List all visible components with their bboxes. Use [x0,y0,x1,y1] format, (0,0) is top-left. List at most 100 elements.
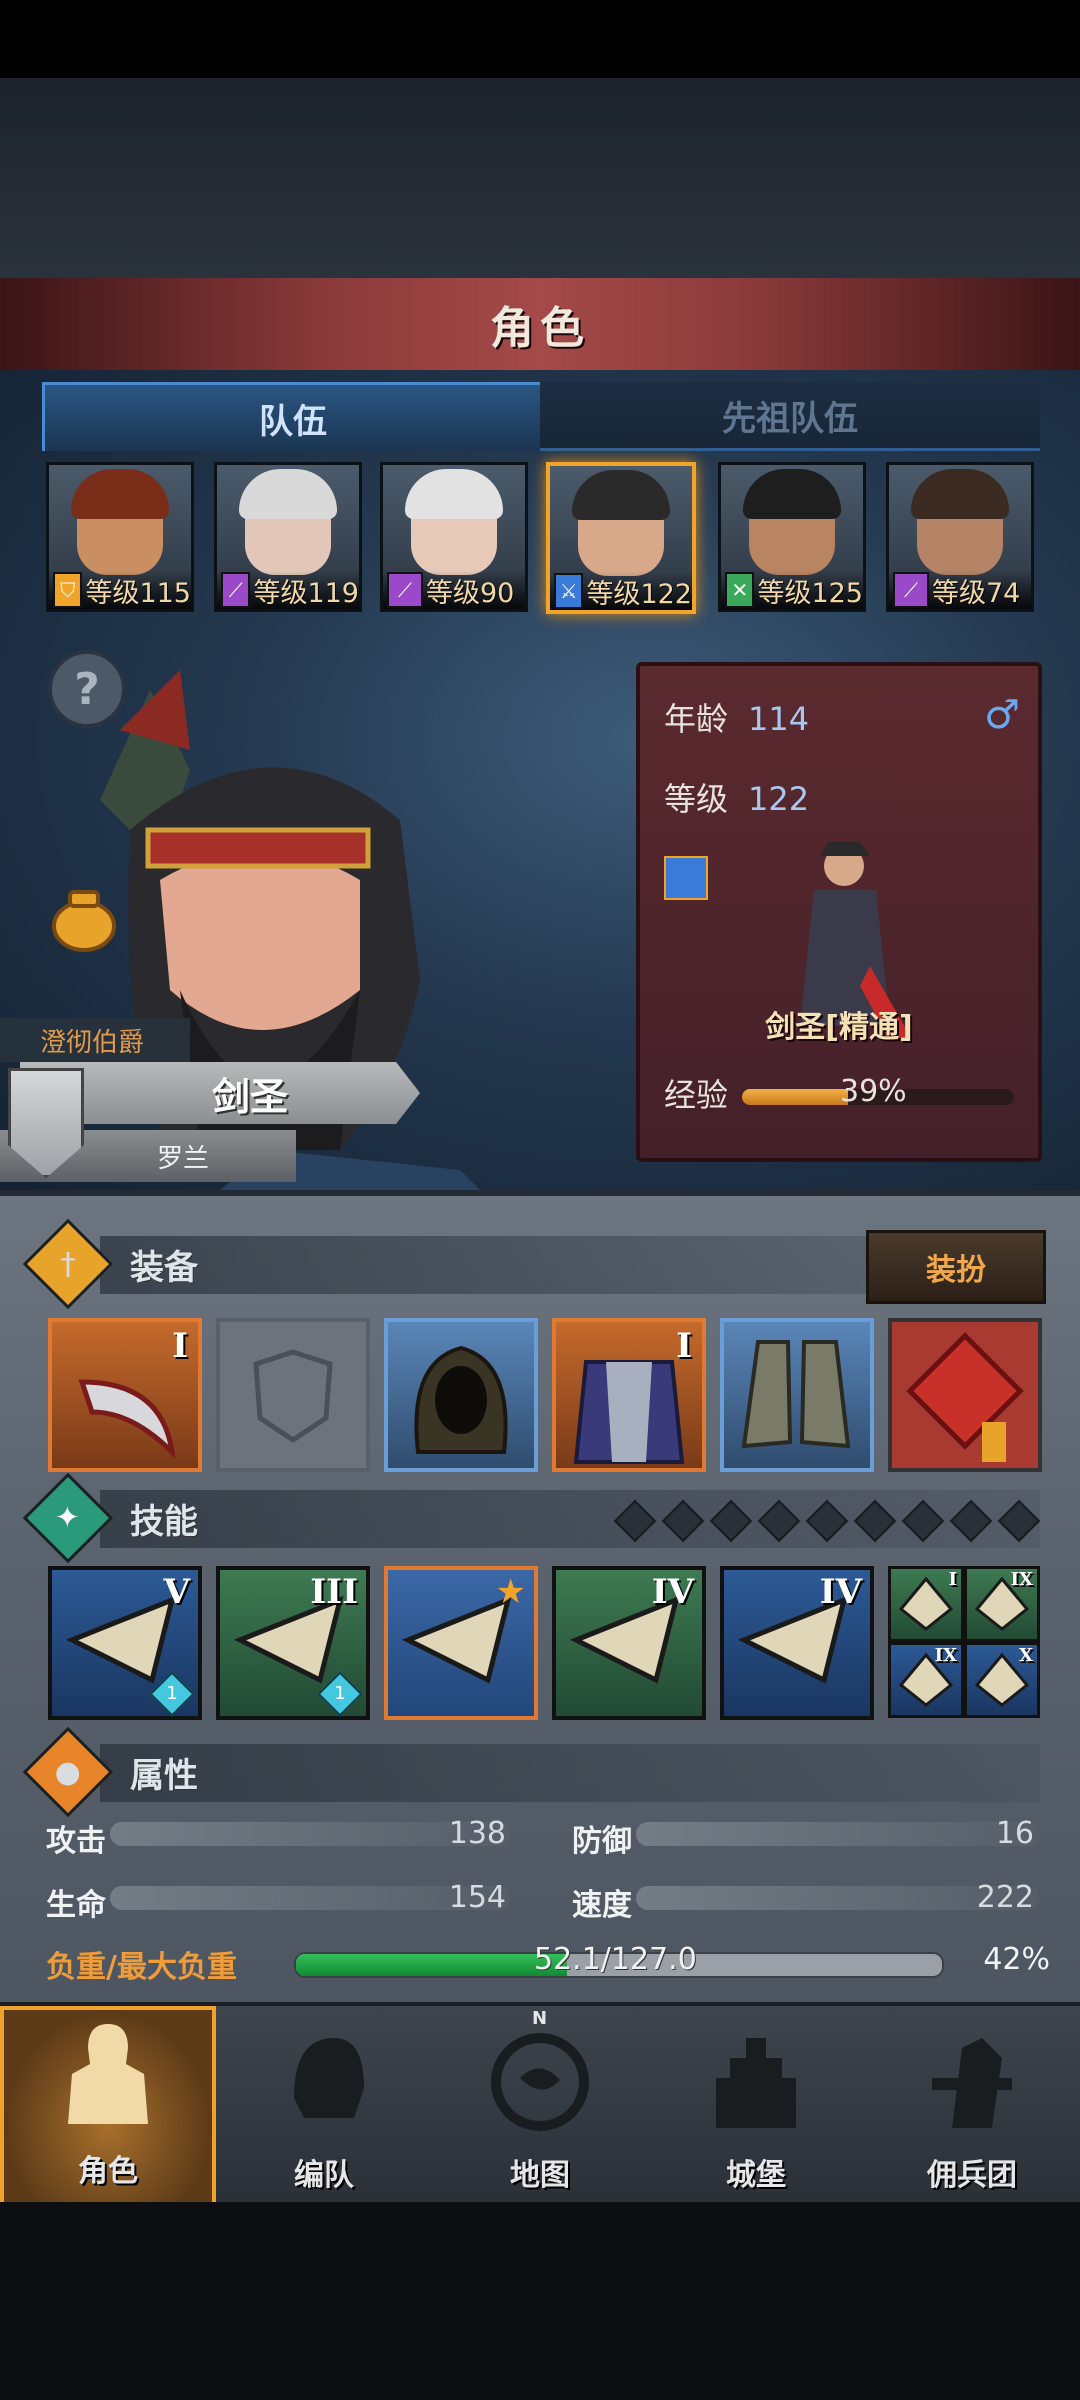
load-value: 52.1/127.0 [534,1942,697,1977]
skill-tier: IV [651,1572,694,1612]
sword-icon: ⚔ [554,573,584,609]
age-row: 年龄 114 [664,694,809,740]
sword-icon: † [22,1218,114,1310]
team-member-portrait[interactable]: ⟋ 等级74 [886,462,1034,612]
portrait-hair [743,469,841,519]
skill-slot[interactable]: III 1 [216,1566,370,1720]
team-member-portrait[interactable]: ⟋ 等级90 [380,462,528,612]
portrait-label: ⟋ 等级119 [217,571,359,609]
nav-mercenary[interactable]: 佣兵团 [864,2006,1080,2206]
compass-north-label: N [532,2008,548,2029]
attack-value: 138 [448,1816,506,1851]
attributes-strip [100,1744,1040,1802]
member-level: 等级90 [426,577,515,609]
crossed-blades-icon: ✕ [725,572,755,608]
equip-slot-hood[interactable] [384,1318,538,1472]
defense-label: 防御 [572,1824,632,1859]
skill-slot[interactable]: IV [720,1566,874,1720]
passive-tier: IX [1010,1569,1033,1590]
member-level: 等级115 [85,577,191,609]
portrait-label: ⛉ 等级115 [49,571,191,609]
equip-slot-weapon[interactable]: I [48,1318,202,1472]
portrait-label: ⟋ 等级90 [383,571,525,609]
hero-name: 罗兰 [156,1143,209,1174]
info-card: 年龄 114 ♂ 等级 122 剑圣[精通] 经验 39% [636,662,1042,1162]
hood-icon [414,1345,508,1454]
nav-label: 角色 [78,2154,138,2189]
team-portraits: ⛉ 等级115 ⟋ 等级119 ⟋ 等级90 ⚔ 等级122 ✕ 等级125 ⟋ 等级74 [46,462,1036,614]
skill-tier: III [310,1572,358,1612]
portrait-hair [239,469,337,519]
page-title: 角色 [490,303,590,354]
passive-tier: X [1019,1645,1033,1666]
speed-value: 222 [976,1880,1034,1915]
knot-charm-icon [906,1332,1024,1462]
hero-class-name: 剑圣 [211,1074,288,1119]
tab-team-label: 队伍 [259,401,327,442]
nav-knight[interactable]: 角色 [0,2006,216,2206]
skill-slot[interactable]: ★ [384,1566,538,1720]
team-member-portrait[interactable]: ✕ 等级125 [718,462,866,612]
skill-tier: IV [819,1572,862,1612]
helmet-icon [294,2038,364,2118]
equip-slot-empty[interactable] [216,1318,370,1472]
exp-percent: 39% [840,1074,907,1109]
dress-up-button[interactable]: 装扮 [866,1230,1046,1304]
team-member-portrait[interactable]: ⛉ 等级115 [46,462,194,612]
mercenary-icon [932,2038,1012,2128]
skills-label: 技能 [130,1501,198,1542]
portrait-hair [572,470,670,520]
load-fill [296,1954,568,1976]
level-label: 等级 [664,780,729,818]
bottom-nav: 角色 编队 地图 N 城堡 佣兵团 [0,2002,1080,2206]
tab-team[interactable]: 队伍 [42,382,544,451]
class-full-label: 剑圣[精通] [765,1010,913,1045]
passive-skill-slot[interactable]: IX [888,1642,964,1718]
passive-skill-slot[interactable]: IX [964,1566,1040,1642]
star-icon: ✦ [22,1472,114,1564]
portrait-label: ⚔ 等级122 [550,572,692,610]
passive-skill-slot[interactable]: I [888,1566,964,1642]
level-value: 122 [748,780,810,818]
member-level: 等级119 [253,577,359,609]
person-icon: ● [22,1726,114,1818]
title-banner: 角色 [0,278,1080,374]
passive-skill-slot[interactable]: X [964,1642,1040,1718]
shield-placeholder-icon [253,1349,333,1444]
hp-label: 生命 [46,1888,106,1923]
knight-icon [68,2024,148,2124]
equip-slot-armor[interactable]: I [552,1318,706,1472]
nav-label: 城堡 [726,2158,786,2193]
staff-icon: ⟋ [893,572,929,608]
nav-helmet[interactable]: 编队 [216,2006,432,2206]
age-value: 114 [748,700,810,738]
hero-title: 澄彻伯爵 [0,1018,190,1062]
tier-numeral: I [172,1326,188,1366]
team-member-portrait[interactable]: ⚔ 等级122 [546,462,696,614]
male-icon: ♂ [984,692,1020,738]
tab-ancestor-team[interactable]: 先祖队伍 [540,382,1040,451]
level-row: 等级 122 [664,774,809,820]
system-nav-area [0,2202,1080,2400]
nav-compass-map[interactable]: 地图 N [432,2006,648,2206]
portrait-hair [405,469,503,519]
tab-ancestor-label: 先祖队伍 [722,398,858,439]
sword-class-icon [664,856,708,900]
skill-slot[interactable]: IV [552,1566,706,1720]
equip-slot-boots[interactable] [720,1318,874,1472]
nav-label: 佣兵团 [927,2158,1017,2193]
equip-slot-charm[interactable] [888,1318,1042,1472]
load-label: 负重/最大负重 [46,1950,237,1985]
defense-value: 16 [995,1816,1034,1851]
compass-map-icon [491,2033,589,2131]
age-label: 年龄 [664,700,729,738]
skill-tier: V [163,1572,190,1612]
skill-slot[interactable]: V1 [48,1566,202,1720]
tier-numeral: I [676,1326,692,1366]
team-member-portrait[interactable]: ⟋ 等级119 [214,462,362,612]
nav-castle[interactable]: 城堡 [648,2006,864,2206]
castle-icon [716,2038,796,2128]
exp-label: 经验 [664,1076,729,1114]
portrait-label: ⟋ 等级74 [889,571,1031,609]
portrait-hair [71,469,169,519]
